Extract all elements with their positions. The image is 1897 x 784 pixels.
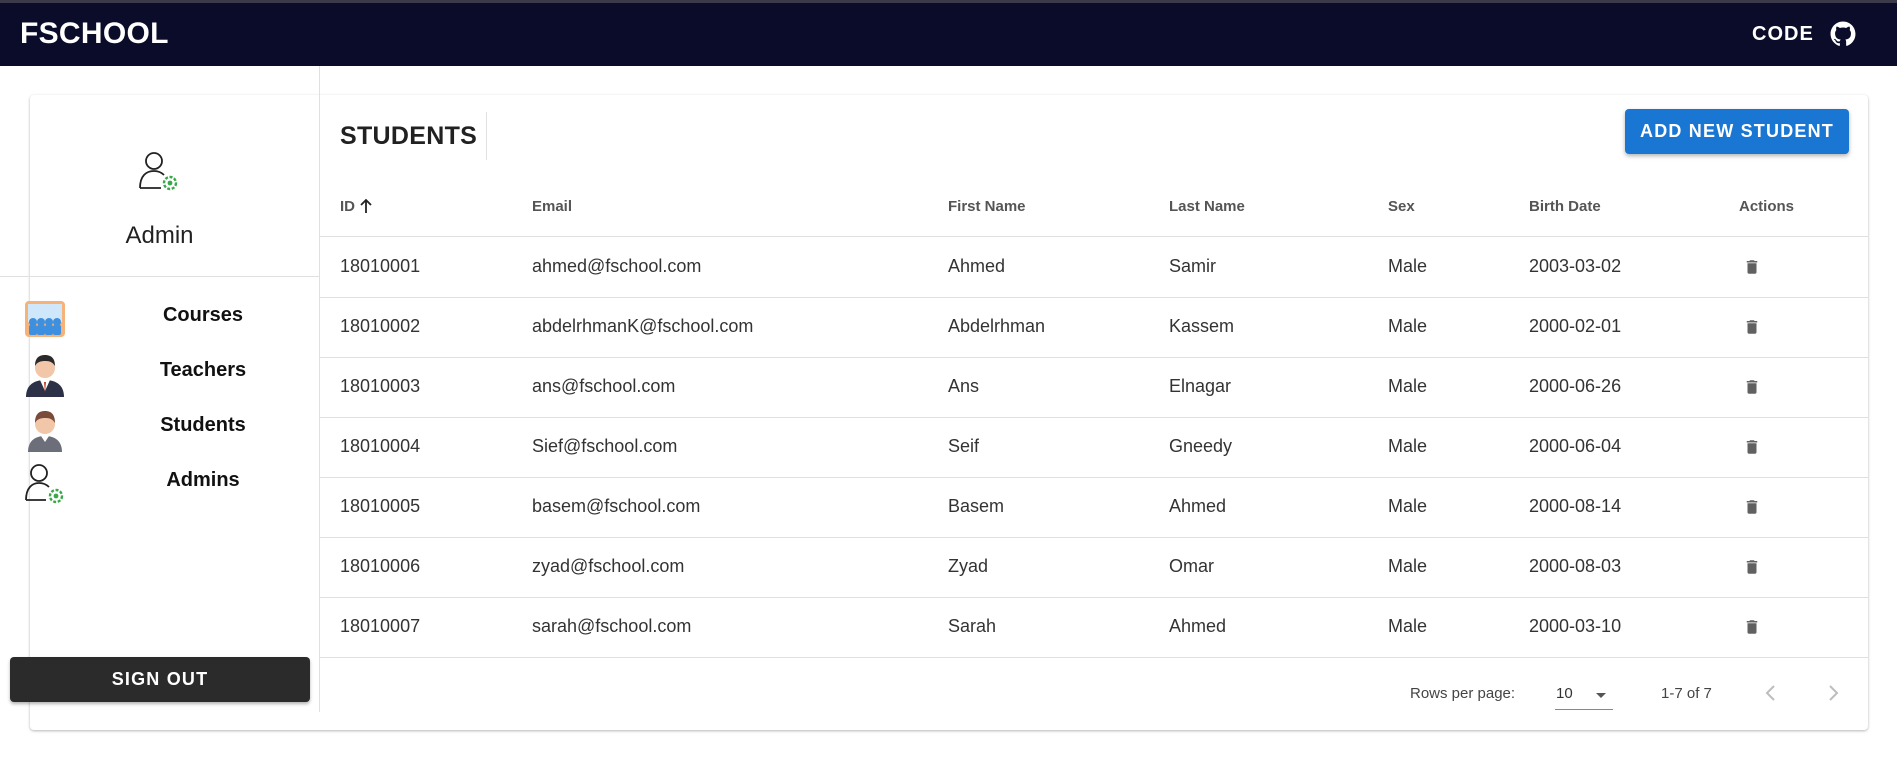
cell-id: 18010006	[340, 556, 421, 576]
code-label: CODE	[1752, 22, 1814, 45]
sidebar: Admin Courses Teachers Students Admins	[0, 66, 320, 712]
cell-birth-date: 2000-08-03	[1529, 556, 1622, 576]
cell-first-name: Seif	[948, 436, 980, 456]
previous-page-icon[interactable]	[1757, 679, 1785, 707]
delete-icon[interactable]	[1743, 258, 1761, 276]
user-name: Admin	[125, 222, 194, 249]
admin-icon	[25, 464, 64, 504]
cell-id: 18010003	[340, 376, 421, 396]
cell-last-name: Samir	[1169, 256, 1217, 276]
cell-sex: Male	[1388, 496, 1428, 516]
cell-email: Sief@fschool.com	[532, 436, 678, 456]
cell-first-name: Ahmed	[948, 256, 1006, 276]
table-row[interactable]: 18010006 zyad@fschool.com Zyad Omar Male 2000…	[320, 537, 1868, 598]
sidebar-divider	[0, 276, 319, 277]
sidebar-item-label: Admins	[166, 469, 240, 491]
cell-last-name: Gneedy	[1169, 436, 1233, 456]
delete-icon[interactable]	[1743, 498, 1761, 516]
column-header-email[interactable]: Email	[532, 198, 572, 215]
cell-email: abdelrhmanK@fschool.com	[532, 316, 754, 336]
cell-first-name: Basem	[948, 496, 1005, 516]
table-row[interactable]: 18010005 basem@fschool.com Basem Ahmed Male 2…	[320, 477, 1868, 538]
table-header: ID Email First Name Last Name Sex Birth …	[320, 181, 1868, 237]
sidebar-item-courses[interactable]: Courses	[0, 292, 319, 346]
admin-user-icon	[139, 152, 178, 191]
cell-last-name: Ahmed	[1169, 496, 1227, 516]
teacher-icon	[26, 355, 64, 397]
delete-icon[interactable]	[1743, 438, 1761, 456]
cell-sex: Male	[1388, 436, 1428, 456]
cell-last-name: Ahmed	[1169, 616, 1227, 636]
caret-down-icon	[1596, 693, 1606, 698]
cell-sex: Male	[1388, 316, 1428, 336]
column-header-sex[interactable]: Sex	[1388, 198, 1415, 215]
cell-id: 18010007	[340, 616, 421, 636]
cell-birth-date: 2000-02-01	[1529, 316, 1622, 336]
cell-last-name: Kassem	[1169, 316, 1235, 336]
table-row[interactable]: 18010004 Sief@fschool.com Seif Gneedy Male 20…	[320, 417, 1868, 478]
cell-id: 18010001	[340, 256, 421, 276]
courses-icon	[25, 301, 65, 337]
add-new-student-button[interactable]: ADD NEW STUDENT	[1625, 109, 1849, 154]
cell-email: sarah@fschool.com	[532, 616, 692, 636]
cell-first-name: Zyad	[948, 556, 989, 576]
delete-icon[interactable]	[1743, 558, 1761, 576]
column-header-first-name[interactable]: First Name	[948, 198, 1026, 215]
page-title: STUDENTS	[340, 122, 478, 150]
sign-out-button[interactable]: SIGN OUT	[10, 657, 310, 702]
delete-icon[interactable]	[1743, 378, 1761, 396]
cell-sex: Male	[1388, 556, 1428, 576]
table-row[interactable]: 18010002 abdelrhmanK@fschool.com Abdelrhma…	[320, 297, 1868, 358]
next-page-icon[interactable]	[1819, 679, 1847, 707]
cell-last-name: Omar	[1169, 556, 1214, 576]
github-icon	[1830, 21, 1856, 46]
delete-icon[interactable]	[1743, 618, 1761, 636]
cell-birth-date: 2000-06-26	[1529, 376, 1622, 396]
sidebar-item-label: Teachers	[159, 359, 247, 381]
cell-birth-date: 2000-03-10	[1529, 616, 1622, 636]
cell-birth-date: 2000-06-04	[1529, 436, 1622, 456]
delete-icon[interactable]	[1743, 318, 1761, 336]
table-pagination: Rows per page: 10 1-7 of 7	[320, 657, 1868, 731]
column-header-birth-date[interactable]: Birth Date	[1529, 198, 1601, 215]
sidebar-item-students[interactable]: Students	[0, 402, 319, 456]
table-row[interactable]: 18010007 sarah@fschool.com Sarah Ahmed Male 2…	[320, 597, 1868, 658]
cell-first-name: Sarah	[948, 616, 997, 636]
rows-per-page-select[interactable]: 10	[1555, 679, 1613, 710]
cell-sex: Male	[1388, 616, 1428, 636]
pagination-range: 1-7 of 7	[1661, 685, 1712, 702]
student-icon	[28, 411, 62, 452]
title-divider	[486, 112, 487, 160]
column-header-id[interactable]: ID	[340, 198, 374, 215]
cell-first-name: Abdelrhman	[948, 316, 1046, 336]
app-bar: FSCHOOL CODE	[0, 0, 1897, 66]
cell-birth-date: 2000-08-14	[1529, 496, 1622, 516]
column-label: ID	[340, 198, 355, 215]
sidebar-item-label: Students	[160, 414, 246, 436]
rows-per-page-label: Rows per page:	[1410, 685, 1516, 702]
table-row[interactable]: 18010003 ans@fschool.com Ans Elnagar Male 200…	[320, 357, 1868, 418]
code-link[interactable]: CODE	[1752, 21, 1856, 47]
column-header-actions: Actions	[1739, 198, 1795, 215]
column-header-last-name[interactable]: Last Name	[1169, 198, 1245, 215]
cell-email: ans@fschool.com	[532, 376, 676, 396]
arrow-up-icon	[360, 198, 372, 213]
table-row[interactable]: 18010001 ahmed@fschool.com Ahmed Samir Male 2…	[320, 237, 1868, 298]
cell-email: zyad@fschool.com	[532, 556, 685, 576]
cell-id: 18010004	[340, 436, 421, 456]
cell-email: ahmed@fschool.com	[532, 256, 702, 276]
sidebar-item-label: Courses	[162, 304, 244, 326]
cell-birth-date: 2003-03-02	[1529, 256, 1622, 276]
cell-sex: Male	[1388, 376, 1428, 396]
rows-per-page-value: 10	[1556, 685, 1573, 702]
sidebar-item-teachers[interactable]: Teachers	[0, 347, 319, 401]
cell-id: 18010002	[340, 316, 421, 336]
cell-sex: Male	[1388, 256, 1428, 276]
cell-last-name: Elnagar	[1169, 376, 1232, 396]
cell-first-name: Ans	[948, 376, 980, 396]
sidebar-item-admins[interactable]: Admins	[0, 457, 319, 511]
cell-email: basem@fschool.com	[532, 496, 701, 516]
brand-title[interactable]: FSCHOOL	[20, 17, 169, 51]
cell-id: 18010005	[340, 496, 421, 516]
